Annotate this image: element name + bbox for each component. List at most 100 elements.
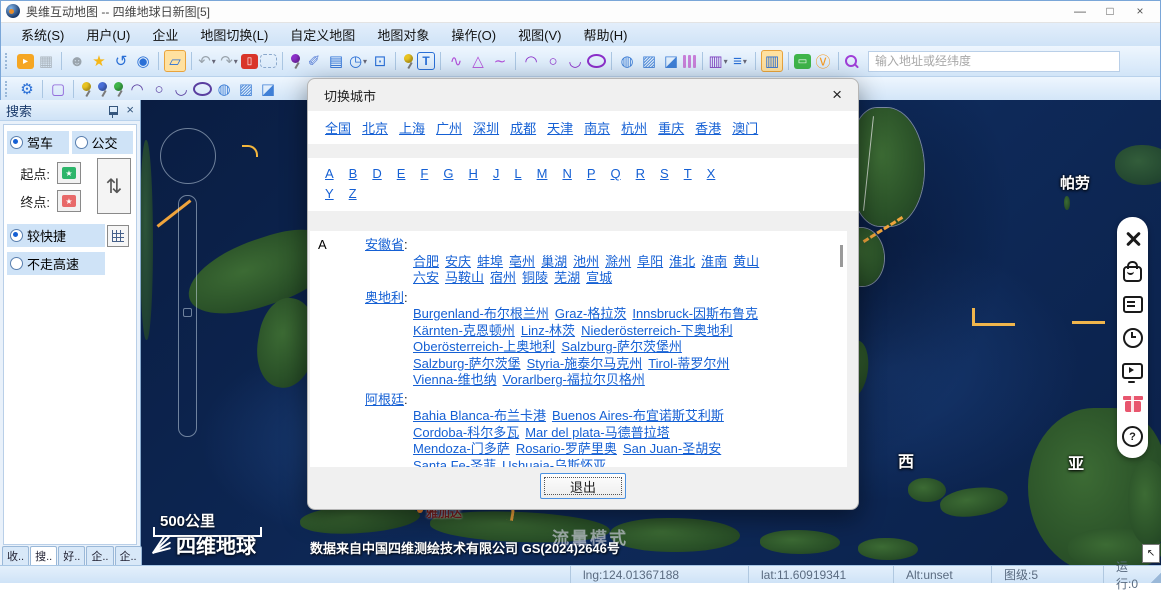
letter-link[interactable]: G — [443, 166, 453, 181]
trash-icon[interactable]: ▯ — [241, 54, 258, 69]
crop-tool-icon[interactable]: ▱ — [164, 50, 186, 72]
menu-item-5[interactable]: 地图对象 — [366, 23, 440, 46]
city-link[interactable]: 六安 — [413, 270, 439, 287]
open-arc-icon-2[interactable]: ◡ — [171, 79, 191, 99]
city-link[interactable]: Ushuaia-乌斯怀亚 — [502, 458, 606, 468]
menu-item-3[interactable]: 地图切换(L) — [189, 23, 279, 46]
city-link[interactable]: Bahia Blanca-布兰卡港 — [413, 408, 546, 425]
city-link[interactable]: Innsbruck-因斯布鲁克 — [632, 306, 758, 323]
clock-button[interactable] — [1117, 321, 1148, 354]
sidebar-tab-3[interactable]: 企.. — [86, 546, 113, 565]
circle-icon[interactable]: ○ — [543, 51, 563, 71]
compass-control[interactable] — [160, 128, 216, 184]
letter-link[interactable]: T — [684, 166, 692, 181]
pushpin-green-icon[interactable] — [111, 81, 125, 98]
search-input[interactable] — [868, 51, 1120, 72]
close-button[interactable]: × — [1125, 1, 1155, 21]
fill-square-icon[interactable]: ▨ — [639, 51, 659, 71]
card-button[interactable] — [1117, 288, 1148, 321]
dropdown-arrow-icon[interactable]: ▾ — [724, 57, 728, 66]
users-icon[interactable]: ☻ — [67, 51, 87, 71]
city-link[interactable]: Santa Fe-圣菲 — [413, 458, 496, 468]
letter-link[interactable]: J — [493, 166, 500, 181]
city-link[interactable]: Vorarlberg-福拉尔贝格州 — [503, 372, 645, 389]
letter-link[interactable]: D — [372, 166, 381, 181]
route-icon[interactable]: ↺ — [111, 51, 131, 71]
sidebar-close-icon[interactable]: × — [126, 104, 134, 116]
city-link[interactable]: Mendoza-门多萨 — [413, 441, 510, 458]
help-button[interactable]: ? — [1117, 420, 1148, 453]
city-link[interactable]: Mar del plata-马德普拉塔 — [525, 425, 669, 442]
gear-icon[interactable]: ⚙ — [17, 79, 37, 99]
letter-link[interactable]: E — [397, 166, 406, 181]
city-link[interactable]: Linz-林茨 — [521, 323, 575, 340]
letter-link[interactable]: M — [537, 166, 548, 181]
letter-link[interactable]: Q — [611, 166, 621, 181]
city-link[interactable]: Cordoba-科尔多瓦 — [413, 425, 519, 442]
favorites-star-icon[interactable]: ★ — [89, 51, 109, 71]
video-monitor-button[interactable] — [1117, 354, 1148, 387]
start-point-button[interactable]: ★ — [57, 162, 81, 184]
sidebar-tab-4[interactable]: 企.. — [115, 546, 142, 565]
city-link[interactable]: 合肥 — [413, 254, 439, 271]
city-link[interactable]: Salzburg-萨尔茨堡 — [413, 356, 521, 373]
city-link[interactable]: Buenos Aires-布宜诺斯艾利斯 — [552, 408, 724, 425]
sidebar-tab-1[interactable]: 搜.. — [30, 546, 57, 565]
open-folder-icon[interactable]: ▸ — [17, 54, 34, 69]
menu-item-4[interactable]: 自定义地图 — [279, 23, 366, 46]
radio-selected-icon[interactable] — [10, 229, 23, 242]
sidebar-tab-0[interactable]: 收.. — [2, 546, 29, 565]
route-option-fast[interactable]: 较快捷 — [7, 224, 105, 247]
dialog-close-icon[interactable]: × — [832, 87, 842, 103]
pushpin-icon[interactable] — [401, 53, 415, 70]
city-link[interactable]: Salzburg-萨尔茨堡州 — [561, 339, 682, 356]
fill-polygon-icon-2[interactable]: ◪ — [258, 79, 278, 99]
city-link[interactable]: 马鞍山 — [445, 270, 484, 287]
dropdown-arrow-icon[interactable]: ▾ — [234, 57, 238, 66]
pen-icon[interactable]: ✐ — [304, 51, 324, 71]
route-settings-mini-button[interactable] — [107, 225, 129, 247]
city-link[interactable]: 淮北 — [669, 254, 695, 271]
pushpin-yellow-icon[interactable] — [79, 81, 93, 98]
letter-link[interactable]: A — [325, 166, 334, 181]
polyline-icon[interactable]: ∿ — [446, 51, 466, 71]
hot-city-link[interactable]: 杭州 — [621, 118, 647, 137]
arc-icon-2[interactable]: ◠ — [127, 79, 147, 99]
letter-link[interactable]: X — [707, 166, 716, 181]
swap-points-button[interactable]: ⇅ — [97, 158, 131, 214]
region-link[interactable]: 阿根廷 — [365, 392, 404, 407]
circle-icon-2[interactable]: ○ — [149, 79, 169, 99]
document-icon[interactable]: ▢ — [48, 79, 68, 99]
scrollbar-thumb[interactable] — [840, 245, 843, 267]
fill-square-icon-2[interactable]: ▨ — [236, 79, 256, 99]
region-link[interactable]: 安徽省 — [365, 237, 404, 252]
maximize-button[interactable]: □ — [1095, 1, 1125, 21]
open-arc-icon[interactable]: ◡ — [565, 51, 585, 71]
hot-city-link[interactable]: 上海 — [399, 118, 425, 137]
hot-city-link[interactable]: 澳门 — [732, 118, 758, 137]
letter-link[interactable]: F — [420, 166, 428, 181]
hot-city-link[interactable]: 广州 — [436, 118, 462, 137]
menu-item-8[interactable]: 帮助(H) — [572, 23, 638, 46]
letter-link[interactable]: S — [660, 166, 669, 181]
gift-button[interactable] — [1117, 387, 1148, 420]
letter-link[interactable]: L — [514, 166, 521, 181]
hot-city-link[interactable]: 北京 — [362, 118, 388, 137]
hot-city-link[interactable]: 南京 — [584, 118, 610, 137]
dropdown-arrow-icon[interactable]: ▾ — [363, 57, 367, 66]
city-link[interactable]: Burgenland-布尔根兰州 — [413, 306, 549, 323]
menu-item-6[interactable]: 操作(O) — [440, 23, 507, 46]
radio-selected-icon[interactable] — [10, 136, 23, 149]
menu-item-2[interactable]: 企业 — [141, 23, 189, 46]
city-link[interactable]: 滁州 — [605, 254, 631, 271]
radio-icon[interactable] — [10, 257, 23, 270]
region-link[interactable]: 奥地利 — [365, 290, 404, 305]
city-link[interactable]: 芜湖 — [554, 270, 580, 287]
sidebar-tab-2[interactable]: 好.. — [58, 546, 85, 565]
text-tool-icon[interactable]: T — [417, 52, 435, 70]
hot-city-link[interactable]: 香港 — [695, 118, 721, 137]
fill-circle-icon-2[interactable]: ◍ — [214, 79, 234, 99]
letter-link[interactable]: H — [468, 166, 477, 181]
city-link[interactable]: 亳州 — [509, 254, 535, 271]
hot-city-link[interactable]: 天津 — [547, 118, 573, 137]
